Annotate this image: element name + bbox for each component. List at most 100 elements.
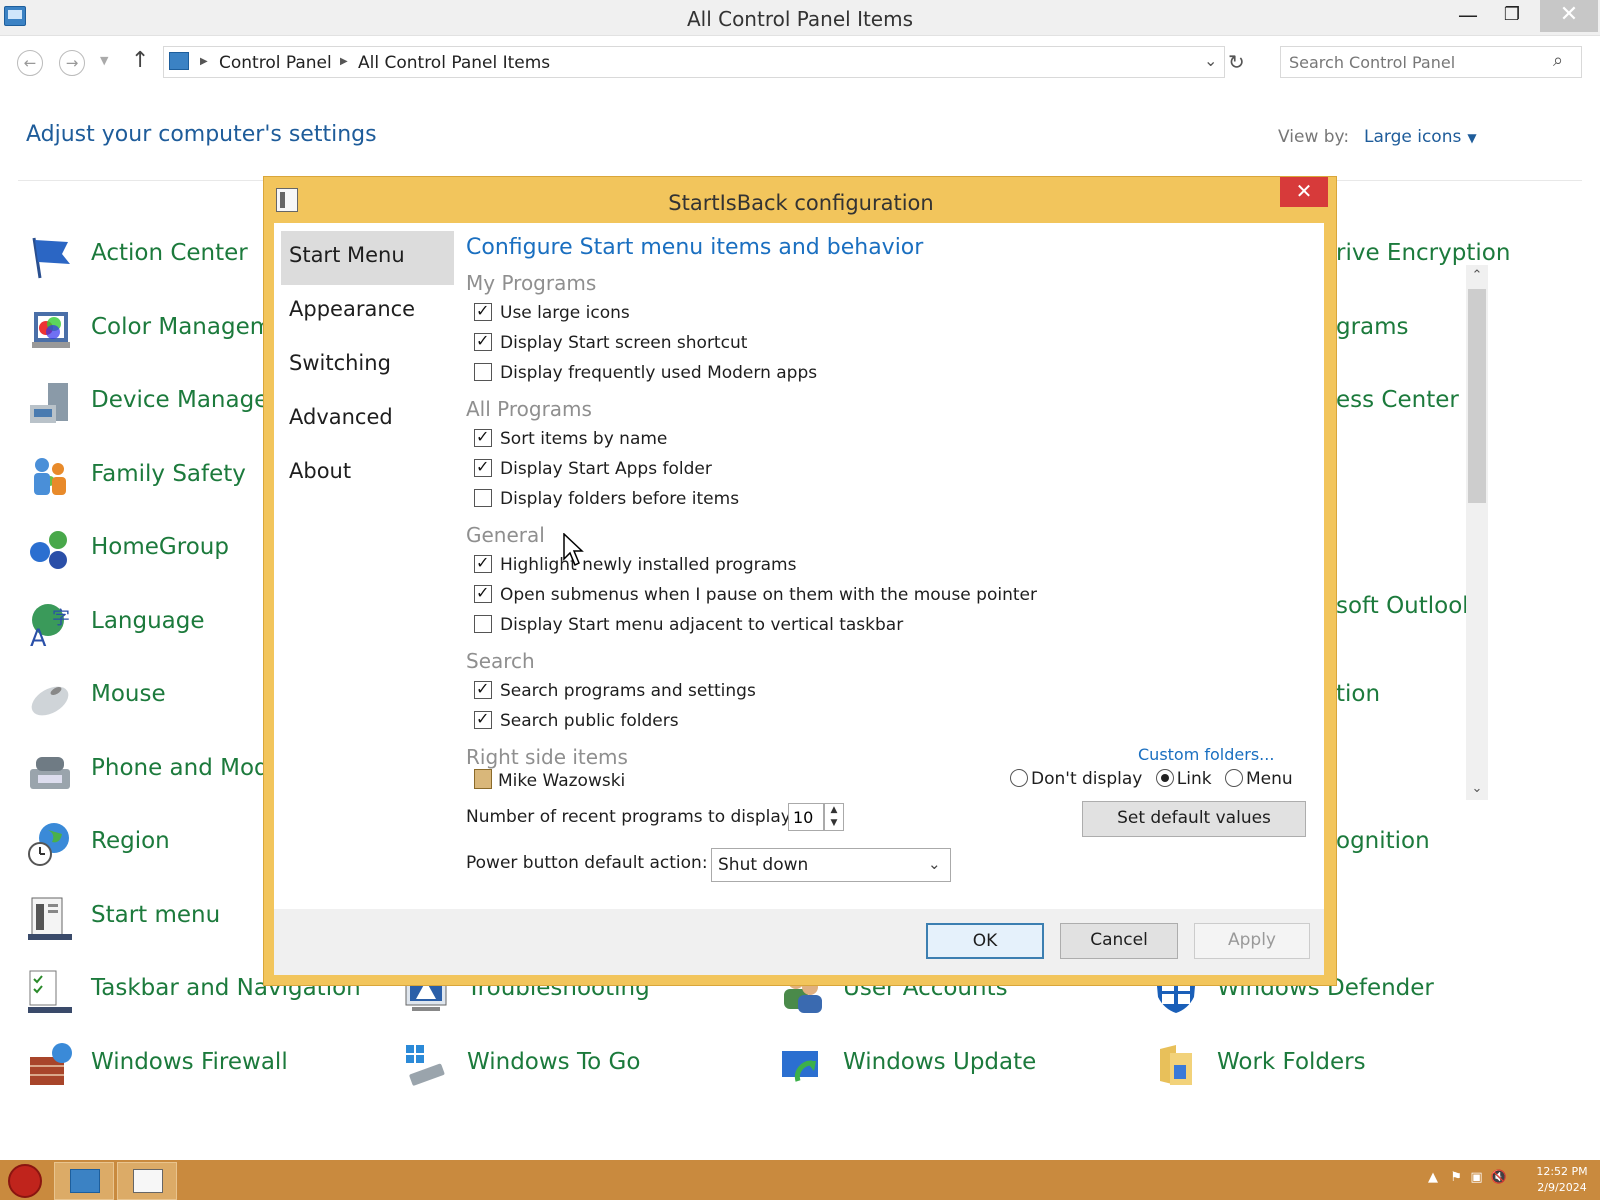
dialog-close-button[interactable]: ✕ <box>1280 177 1328 207</box>
checkbox-checked-icon[interactable] <box>474 553 492 573</box>
nav-advanced[interactable]: Advanced <box>281 393 454 447</box>
opt-sort-by-name[interactable]: Sort items by name <box>474 427 667 449</box>
cp-item-label: grams <box>1336 314 1409 340</box>
cp-item-label: Mouse <box>91 681 166 707</box>
cp-item-label: Device Manager <box>91 387 278 413</box>
breadcrumb-all-items[interactable]: All Control Panel Items <box>358 53 550 73</box>
opt-display-modern-apps[interactable]: Display frequently used Modern apps <box>474 363 817 383</box>
clock-date: 2/9/2024 <box>1537 1181 1587 1194</box>
checkbox-checked-icon[interactable] <box>474 583 492 603</box>
maximize-button[interactable]: ❐ <box>1490 0 1534 32</box>
cp-item-label: Action Center <box>91 240 248 266</box>
taskbar-startisback[interactable] <box>117 1162 177 1200</box>
right-side-item-user[interactable]: Mike Wazowski <box>474 769 625 791</box>
start-orb-icon[interactable] <box>8 1164 42 1198</box>
network-icon[interactable]: ▣ <box>1470 1170 1482 1185</box>
chevron-down-icon[interactable]: ⌄ <box>1204 51 1217 70</box>
radio-menu[interactable]: Menu <box>1246 769 1293 789</box>
taskbar-control-panel[interactable] <box>54 1162 114 1200</box>
option-label: Display Start Apps folder <box>500 459 712 479</box>
taskbar: ▲ ⚑ ▣ 🔇 12:52 PM 2/9/2024 <box>0 1160 1600 1200</box>
radio-unselected-icon[interactable] <box>1225 769 1244 787</box>
user-folder-icon <box>474 769 492 789</box>
opt-search-programs-settings[interactable]: Search programs and settings <box>474 679 756 701</box>
option-label: Use large icons <box>500 303 630 323</box>
system-clock[interactable]: 12:52 PM 2/9/2024 <box>1530 1164 1594 1196</box>
recent-programs-stepper[interactable]: ▲▼ <box>788 803 846 831</box>
scroll-up-icon[interactable]: ⌃ <box>1466 265 1488 287</box>
up-arrow-icon[interactable]: ↑ <box>131 48 149 73</box>
dialog-body: Start Menu Appearance Switching Advanced… <box>274 223 1488 909</box>
mouse-icon <box>31 686 69 716</box>
checkbox-checked-icon[interactable] <box>474 457 492 477</box>
region-icon <box>28 823 69 866</box>
cp-item-label: ognition <box>1336 828 1430 854</box>
radio-dont-display[interactable]: Don't display <box>1031 769 1142 789</box>
tray-expand-icon[interactable]: ▲ <box>1428 1170 1438 1185</box>
checkbox-unchecked-icon[interactable] <box>474 363 492 381</box>
apply-button[interactable]: Apply <box>1194 923 1310 959</box>
cancel-button[interactable]: Cancel <box>1060 923 1178 959</box>
cp-item-label: ess Center <box>1336 387 1459 413</box>
checkbox-checked-icon[interactable] <box>474 331 492 351</box>
family-safety-icon <box>34 458 66 495</box>
radio-link[interactable]: Link <box>1177 769 1212 789</box>
opt-adjacent-vertical-taskbar[interactable]: Display Start menu adjacent to vertical … <box>474 615 903 635</box>
minimize-button[interactable]: — <box>1446 0 1490 32</box>
power-button-select[interactable]: Shut down ⌄ <box>711 848 951 882</box>
checkbox-unchecked-icon[interactable] <box>474 615 492 633</box>
cp-item-label: Color Managem <box>91 314 273 340</box>
forward-arrow-icon[interactable]: → <box>59 50 85 76</box>
window-titlebar: All Control Panel Items — ❐ ✕ <box>0 0 1600 36</box>
recent-locations-chevron-icon[interactable]: ▼ <box>100 54 108 67</box>
breadcrumb-control-panel[interactable]: Control Panel <box>219 53 332 73</box>
opt-use-large-icons[interactable]: Use large icons <box>474 301 630 323</box>
checkbox-checked-icon[interactable] <box>474 709 492 729</box>
opt-open-submenus-on-pause[interactable]: Open submenus when I pause on them with … <box>474 583 1037 605</box>
action-center-flag-icon[interactable]: ⚑ <box>1450 1170 1462 1185</box>
nav-start-menu[interactable]: Start Menu <box>281 231 454 285</box>
system-tray: ▲ ⚑ ▣ 🔇 <box>1428 1170 1507 1185</box>
radio-selected-icon[interactable] <box>1155 769 1174 787</box>
back-arrow-icon[interactable]: ← <box>17 50 43 76</box>
dialog-title: StartIsBack configuration <box>668 191 934 215</box>
set-default-values-button[interactable]: Set default values <box>1082 801 1306 837</box>
options-scrollbar[interactable]: ⌃ ⌄ <box>1466 265 1488 800</box>
close-button[interactable]: ✕ <box>1540 0 1598 32</box>
opt-display-start-screen-shortcut[interactable]: Display Start screen shortcut <box>474 331 748 353</box>
checkbox-checked-icon[interactable] <box>474 427 492 447</box>
nav-appearance[interactable]: Appearance <box>281 285 454 339</box>
opt-highlight-new-programs[interactable]: Highlight newly installed programs <box>474 553 796 575</box>
view-by-value: Large icons <box>1364 127 1462 147</box>
checkbox-checked-icon[interactable] <box>474 679 492 699</box>
ok-button[interactable]: OK <box>926 923 1044 959</box>
nav-switching[interactable]: Switching <box>281 339 454 393</box>
checkbox-checked-icon[interactable] <box>474 301 492 321</box>
volume-muted-icon[interactable]: 🔇 <box>1491 1170 1507 1185</box>
control-panel-icon <box>169 52 189 70</box>
opt-search-public-folders[interactable]: Search public folders <box>474 709 679 731</box>
language-icon: A字 <box>30 604 70 648</box>
recent-programs-input[interactable] <box>788 803 824 831</box>
nav-about[interactable]: About <box>281 447 454 501</box>
recent-programs-label: Number of recent programs to display: <box>466 807 796 827</box>
dialog-footer: OK Cancel Apply <box>274 909 1324 975</box>
section-all-programs: All Programs <box>466 397 592 421</box>
option-label: Display Start screen shortcut <box>500 333 748 353</box>
stepper-arrows-icon[interactable]: ▲ ▼ <box>824 803 844 831</box>
opt-folders-before-items[interactable]: Display folders before items <box>474 489 739 509</box>
view-by-dropdown[interactable]: Large icons ▼ <box>1364 127 1477 147</box>
refresh-icon[interactable]: ↻ <box>1228 50 1245 74</box>
scroll-down-icon[interactable]: ⌄ <box>1466 778 1488 800</box>
cp-item-label: Family Safety <box>91 461 246 487</box>
opt-display-start-apps-folder[interactable]: Display Start Apps folder <box>474 457 712 479</box>
search-input[interactable] <box>1289 51 1539 73</box>
address-bar[interactable]: ▶ Control Panel ▶ All Control Panel Item… <box>163 46 1225 78</box>
search-icon[interactable]: ⌕ <box>1553 50 1563 71</box>
cp-item-label: rive Encryption <box>1336 240 1511 266</box>
scroll-thumb[interactable] <box>1468 289 1486 503</box>
custom-folders-link[interactable]: Custom folders... <box>1138 745 1274 764</box>
checkbox-unchecked-icon[interactable] <box>474 489 492 507</box>
search-box[interactable]: ⌕ <box>1280 46 1582 78</box>
radio-unselected-icon[interactable] <box>1010 769 1028 787</box>
